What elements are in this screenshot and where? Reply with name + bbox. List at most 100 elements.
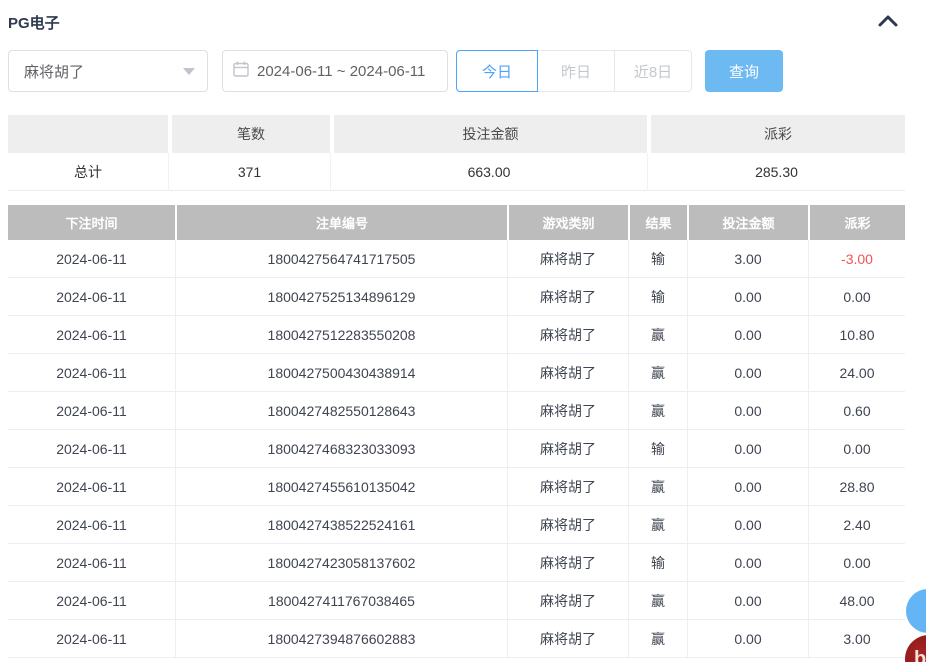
summary-total-count: 371	[168, 153, 330, 191]
summary-total-label: 总计	[8, 153, 168, 191]
cell-bet-time: 2024-06-11	[8, 544, 175, 582]
date-range-value: 2024-06-11 ~ 2024-06-11	[257, 63, 425, 80]
summary-header-blank	[8, 115, 168, 153]
cell-bet-amount: 0.00	[687, 278, 808, 316]
summary-total-row: 总计 371 663.00 285.30	[8, 153, 905, 191]
caret-down-icon	[183, 68, 195, 75]
game-select-value: 麻将胡了	[24, 61, 84, 82]
header-game-type: 游戏类别	[507, 205, 628, 240]
query-button[interactable]: 查询	[705, 50, 783, 92]
cell-game-type: 麻将胡了	[507, 582, 628, 620]
bet-table-header-row: 下注时间 注单编号 游戏类别 结果 投注金额 派彩	[8, 205, 905, 240]
last-8-days-button[interactable]: 近8日	[615, 50, 692, 92]
cell-game-type: 麻将胡了	[507, 544, 628, 582]
date-range-input[interactable]: 2024-06-11 ~ 2024-06-11	[222, 50, 448, 92]
summary-header-count: 笔数	[168, 115, 330, 153]
chevron-up-icon	[878, 15, 898, 30]
cell-bet-amount: 0.00	[687, 506, 808, 544]
cell-game-type: 麻将胡了	[507, 392, 628, 430]
game-select[interactable]: 麻将胡了	[8, 50, 208, 92]
cell-bet-id: 1800427411767038465	[175, 582, 507, 620]
cell-game-type: 麻将胡了	[507, 240, 628, 278]
cell-result: 赢	[628, 468, 687, 506]
collapse-panel-button[interactable]	[876, 10, 900, 34]
cell-bet-time: 2024-06-11	[8, 392, 175, 430]
cell-bet-id: 1800427500430438914	[175, 354, 507, 392]
floating-service-button[interactable]	[906, 589, 926, 633]
cell-bet-time: 2024-06-11	[8, 506, 175, 544]
summary-table: 笔数 投注金额 派彩 总计 371 663.00 285.30	[8, 115, 905, 191]
cell-bet-amount: 0.00	[687, 354, 808, 392]
table-row: 2024-06-111800427482550128643麻将胡了赢0.000.…	[8, 392, 905, 430]
cell-bet-id: 1800427455610135042	[175, 468, 507, 506]
filter-bar: 麻将胡了 2024-06-11 ~ 2024-06-11 今日 昨日 近8日 查…	[8, 50, 783, 92]
cell-bet-time: 2024-06-11	[8, 582, 175, 620]
cell-result: 赢	[628, 506, 687, 544]
cell-bet-time: 2024-06-11	[8, 354, 175, 392]
cell-result: 赢	[628, 582, 687, 620]
cell-result: 输	[628, 278, 687, 316]
calendar-icon	[233, 61, 257, 81]
summary-header-bet-amount: 投注金额	[330, 115, 647, 153]
cell-payout: 24.00	[808, 354, 905, 392]
table-row: 2024-06-111800427512283550208麻将胡了赢0.0010…	[8, 316, 905, 354]
cell-bet-time: 2024-06-11	[8, 316, 175, 354]
table-row: 2024-06-111800427468323033093麻将胡了输0.000.…	[8, 430, 905, 468]
table-row: 2024-06-111800427500430438914麻将胡了赢0.0024…	[8, 354, 905, 392]
cell-bet-amount: 0.00	[687, 620, 808, 658]
floating-brand-button[interactable]: b	[905, 635, 926, 662]
cell-game-type: 麻将胡了	[507, 468, 628, 506]
cell-bet-amount: 0.00	[687, 468, 808, 506]
yesterday-button[interactable]: 昨日	[538, 50, 615, 92]
today-button[interactable]: 今日	[456, 50, 538, 92]
cell-bet-amount: 0.00	[687, 316, 808, 354]
cell-bet-id: 1800427468323033093	[175, 430, 507, 468]
cell-bet-time: 2024-06-11	[8, 278, 175, 316]
cell-bet-id: 1800427423058137602	[175, 544, 507, 582]
header-payout: 派彩	[808, 205, 905, 240]
table-row: 2024-06-111800427564741717505麻将胡了输3.00-3…	[8, 240, 905, 278]
cell-bet-id: 1800427512283550208	[175, 316, 507, 354]
panel-title: PG电子	[8, 12, 60, 33]
cell-bet-time: 2024-06-11	[8, 620, 175, 658]
cell-payout: -3.00	[808, 240, 905, 278]
cell-payout: 0.00	[808, 278, 905, 316]
table-row: 2024-06-111800427455610135042麻将胡了赢0.0028…	[8, 468, 905, 506]
bet-records-table: 下注时间 注单编号 游戏类别 结果 投注金额 派彩 2024-06-111800…	[8, 205, 905, 658]
header-bet-time: 下注时间	[8, 205, 175, 240]
cell-bet-id: 1800427564741717505	[175, 240, 507, 278]
bet-table-body: 2024-06-111800427564741717505麻将胡了输3.00-3…	[8, 240, 905, 658]
table-row: 2024-06-111800427394876602883麻将胡了赢0.003.…	[8, 620, 905, 658]
cell-bet-time: 2024-06-11	[8, 430, 175, 468]
cell-result: 赢	[628, 392, 687, 430]
table-row: 2024-06-111800427423058137602麻将胡了输0.000.…	[8, 544, 905, 582]
cell-payout: 3.00	[808, 620, 905, 658]
cell-payout: 0.00	[808, 544, 905, 582]
cell-bet-id: 1800427394876602883	[175, 620, 507, 658]
cell-bet-id: 1800427525134896129	[175, 278, 507, 316]
cell-result: 赢	[628, 316, 687, 354]
cell-payout: 0.00	[808, 430, 905, 468]
table-row: 2024-06-111800427411767038465麻将胡了赢0.0048…	[8, 582, 905, 620]
cell-result: 赢	[628, 354, 687, 392]
quick-date-group: 今日 昨日 近8日	[456, 50, 692, 92]
cell-bet-id: 1800427482550128643	[175, 392, 507, 430]
cell-bet-time: 2024-06-11	[8, 240, 175, 278]
cell-game-type: 麻将胡了	[507, 354, 628, 392]
cell-result: 输	[628, 240, 687, 278]
cell-payout: 48.00	[808, 582, 905, 620]
summary-header-row: 笔数 投注金额 派彩	[8, 115, 905, 153]
table-row: 2024-06-111800427438522524161麻将胡了赢0.002.…	[8, 506, 905, 544]
summary-total-payout: 285.30	[647, 153, 905, 191]
header-bet-amount: 投注金额	[687, 205, 808, 240]
cell-bet-amount: 3.00	[687, 240, 808, 278]
bet-records-panel: PG电子 麻将胡了 2024-06-11 ~ 2024-06-11 今日 昨日 …	[0, 0, 926, 662]
cell-payout: 2.40	[808, 506, 905, 544]
summary-total-bet-amount: 663.00	[330, 153, 647, 191]
header-bet-id: 注单编号	[175, 205, 507, 240]
cell-bet-amount: 0.00	[687, 544, 808, 582]
cell-payout: 10.80	[808, 316, 905, 354]
cell-game-type: 麻将胡了	[507, 316, 628, 354]
cell-payout: 28.80	[808, 468, 905, 506]
cell-payout: 0.60	[808, 392, 905, 430]
